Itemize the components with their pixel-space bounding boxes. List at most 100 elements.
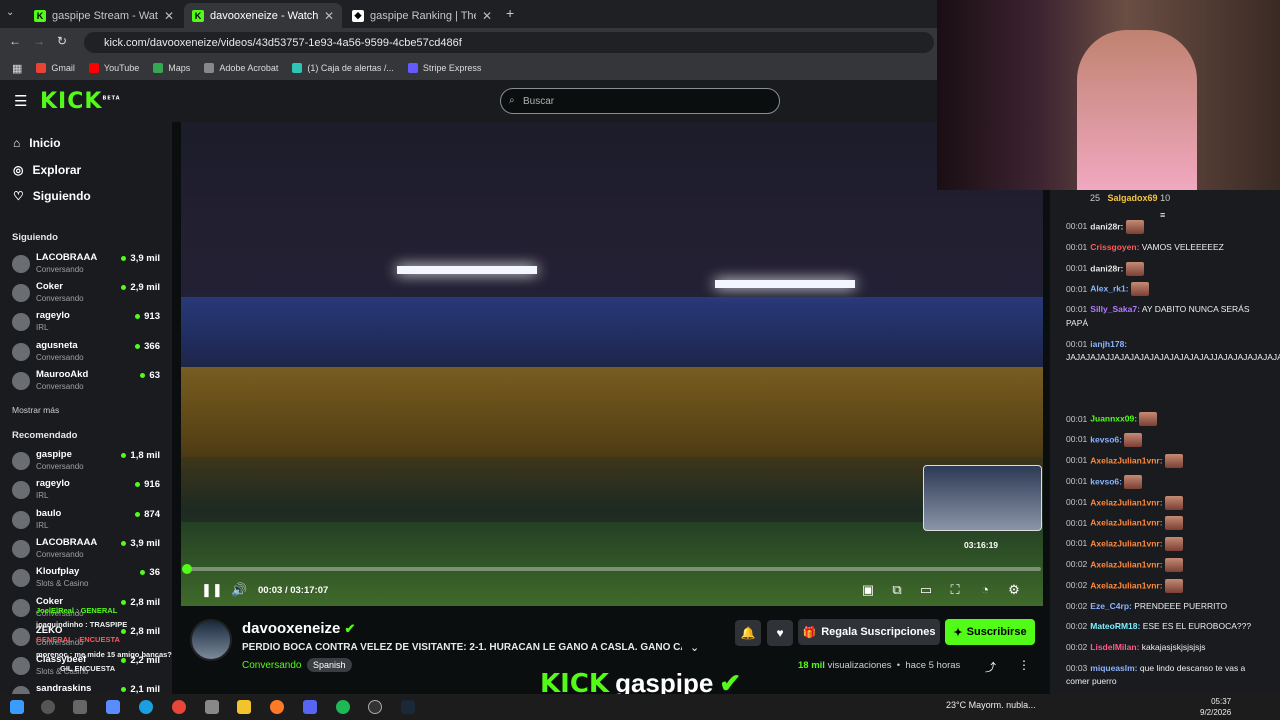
more-options-icon[interactable]: ⋮ <box>1018 658 1030 672</box>
copilot-icon[interactable] <box>106 700 120 714</box>
time-display: 00:03 / 03:17:07 <box>258 585 329 596</box>
firefox-icon[interactable] <box>270 700 284 714</box>
streamer-avatar[interactable] <box>190 619 232 661</box>
sidebar-channel[interactable]: rageylo IRL 916 <box>12 478 160 504</box>
chat-username[interactable]: dani28r: <box>1090 221 1123 231</box>
acrobat-icon <box>204 63 215 73</box>
close-tab-icon[interactable]: ✕ <box>324 9 334 23</box>
sidebar-channel[interactable]: baulo IRL 874 <box>12 508 160 534</box>
bookmark-stripe[interactable]: Stripe Express <box>407 63 481 73</box>
avatar <box>12 481 30 499</box>
menu-icon[interactable]: ☰ <box>14 92 27 110</box>
chat-text: VAMOS VELEEEEEZ <box>1141 241 1224 252</box>
bookmark-alerts[interactable]: (1) Caja de alertas /... <box>292 63 394 73</box>
share-icon[interactable]: ⤴ <box>985 659 996 675</box>
chat-username[interactable]: Juannxx09: <box>1090 414 1137 424</box>
chat-username[interactable]: AxelazJulian1vnr: <box>1090 538 1162 548</box>
store-icon[interactable] <box>205 700 219 714</box>
pip-icon[interactable]: ▣ <box>860 582 876 598</box>
nav-siguiendo[interactable]: ♡ Siguiendo <box>13 189 91 203</box>
sidebar-channel[interactable]: rageylo IRL 913 <box>12 310 160 336</box>
chat-username[interactable]: MateoRM18: <box>1090 621 1140 631</box>
sidebar-channel[interactable]: LACOBRAAA Conversando 3,9 mil <box>12 252 160 278</box>
weather-widget[interactable]: 23°C Mayorm. nubla... <box>946 700 1036 710</box>
chat-username[interactable]: AxelazJulian1vnr: <box>1090 497 1162 507</box>
chat-username[interactable]: LisdelMilan: <box>1090 642 1139 652</box>
windows-start-icon[interactable] <box>10 700 24 714</box>
browser-tab-active[interactable]: K davooxeneize - Watch the VOD ✕ <box>184 3 342 28</box>
edge-icon[interactable] <box>139 700 153 714</box>
chat-username[interactable]: Crissgoyen: <box>1090 242 1139 252</box>
browser-tab[interactable]: K gaspipe Stream - Watch Live on Kick ✕ <box>26 3 182 28</box>
steam-icon[interactable] <box>401 700 415 714</box>
bookmark-youtube[interactable]: YouTube <box>88 63 139 73</box>
task-view-icon[interactable] <box>73 700 87 714</box>
chat-username[interactable]: kevso6: <box>1090 434 1122 444</box>
expand-title-icon[interactable]: ⌄ <box>690 641 699 654</box>
reload-icon[interactable]: ↻ <box>57 34 67 48</box>
apps-icon[interactable]: ▦ <box>12 62 22 75</box>
video-player[interactable] <box>181 122 1043 606</box>
chat-username[interactable]: miqueaslm: <box>1090 663 1137 673</box>
show-more-link[interactable]: Mostrar más <box>12 405 59 415</box>
language-tag[interactable]: Spanish <box>307 658 352 672</box>
url-field[interactable]: kick.com/davooxeneize/videos/43d53757-1e… <box>84 32 934 53</box>
stripe-icon <box>407 63 418 73</box>
chat-username[interactable]: Eze_C4rp: <box>1090 601 1132 611</box>
sidebar-channel[interactable]: LACOBRAAA Conversando 3,9 mil <box>12 537 160 563</box>
bookmark-gmail[interactable]: Gmail <box>36 63 75 73</box>
sidebar-channel[interactable]: agusneta Conversando 366 <box>12 340 160 366</box>
settings-gear-icon[interactable]: ⚙ <box>1006 582 1022 598</box>
forward-icon[interactable]: → <box>33 34 45 48</box>
chat-username[interactable]: ianjh178: <box>1090 339 1127 349</box>
sidebar-channel[interactable]: MaurooAkd Conversando 63 <box>12 369 160 395</box>
spotify-icon[interactable] <box>336 700 350 714</box>
bookmark-maps[interactable]: Maps <box>153 63 190 73</box>
chat-username[interactable]: AxelazJulian1vnr: <box>1090 455 1162 465</box>
subscribe-button[interactable]: ✦ Suscribirse <box>945 619 1035 645</box>
chrome-icon[interactable] <box>172 700 186 714</box>
nav-inicio[interactable]: ⌂ Inicio <box>13 136 61 150</box>
explorer-icon[interactable] <box>237 700 251 714</box>
sidebar-channel[interactable]: Kloufplay Slots & Casino 36 <box>12 566 160 592</box>
filter-icon[interactable]: ≡ <box>1160 210 1165 220</box>
browser-tab[interactable]: ◆ gaspipe Ranking | The best Channels ✕ <box>344 3 500 28</box>
speed-icon[interactable]: ◔ <box>977 582 993 598</box>
theater-icon[interactable]: ▭ <box>918 582 934 598</box>
clip-icon[interactable]: ⧉ <box>889 582 905 598</box>
bookmark-acrobat[interactable]: Adobe Acrobat <box>204 63 278 73</box>
kick-logo[interactable]: KICKBETA <box>40 89 121 114</box>
channel-name: Coker <box>36 281 63 292</box>
new-tab-button[interactable]: + <box>506 5 514 21</box>
system-clock[interactable]: 05:37 9/2/2026 <box>1200 696 1231 718</box>
fullscreen-icon[interactable]: ⛶ <box>947 582 963 598</box>
chat-username[interactable]: AxelazJulian1vnr: <box>1090 518 1162 528</box>
follow-heart-button[interactable]: ♥ <box>767 620 793 646</box>
close-tab-icon[interactable]: ✕ <box>164 9 174 23</box>
nav-explorar[interactable]: ◎ Explorar <box>13 163 81 177</box>
search-icon[interactable] <box>41 700 55 714</box>
chat-username[interactable]: AxelazJulian1vnr: <box>1090 580 1162 590</box>
close-tab-icon[interactable]: ✕ <box>482 9 492 23</box>
discord-icon[interactable] <box>303 700 317 714</box>
sidebar-channel[interactable]: Coker Conversando 2,9 mil <box>12 281 160 307</box>
category-link[interactable]: Conversando <box>242 660 301 671</box>
sidebar-channel[interactable]: gaspipe Conversando 1,8 mil <box>12 449 160 475</box>
obs-icon[interactable] <box>368 700 382 714</box>
chat-username[interactable]: dani28r: <box>1090 263 1123 273</box>
notification-bell-button[interactable]: 🔔 <box>735 620 761 646</box>
back-icon[interactable]: ← <box>9 34 21 48</box>
gift-subs-button[interactable]: 🎁 Regala Suscripciones <box>798 619 940 645</box>
chat-username[interactable]: AxelazJulian1vnr: <box>1090 559 1162 569</box>
search-input[interactable]: ⌕ Buscar <box>500 88 780 114</box>
chat-username[interactable]: Alex_rk1: <box>1090 284 1128 294</box>
streamer-name[interactable]: davooxeneize ✔ <box>242 620 355 637</box>
chat-username[interactable]: kevso6: <box>1090 476 1122 486</box>
volume-icon[interactable]: 🔊 <box>231 582 247 598</box>
upload-age: hace 5 horas <box>905 660 961 671</box>
progress-bar[interactable] <box>186 567 1041 571</box>
tab-list-button[interactable]: ⌄ <box>6 7 20 21</box>
pause-icon[interactable]: ❚❚ <box>201 582 223 598</box>
chat-timestamp: 00:02 <box>1066 579 1088 590</box>
chat-username[interactable]: Silly_Saka7: <box>1090 304 1140 314</box>
